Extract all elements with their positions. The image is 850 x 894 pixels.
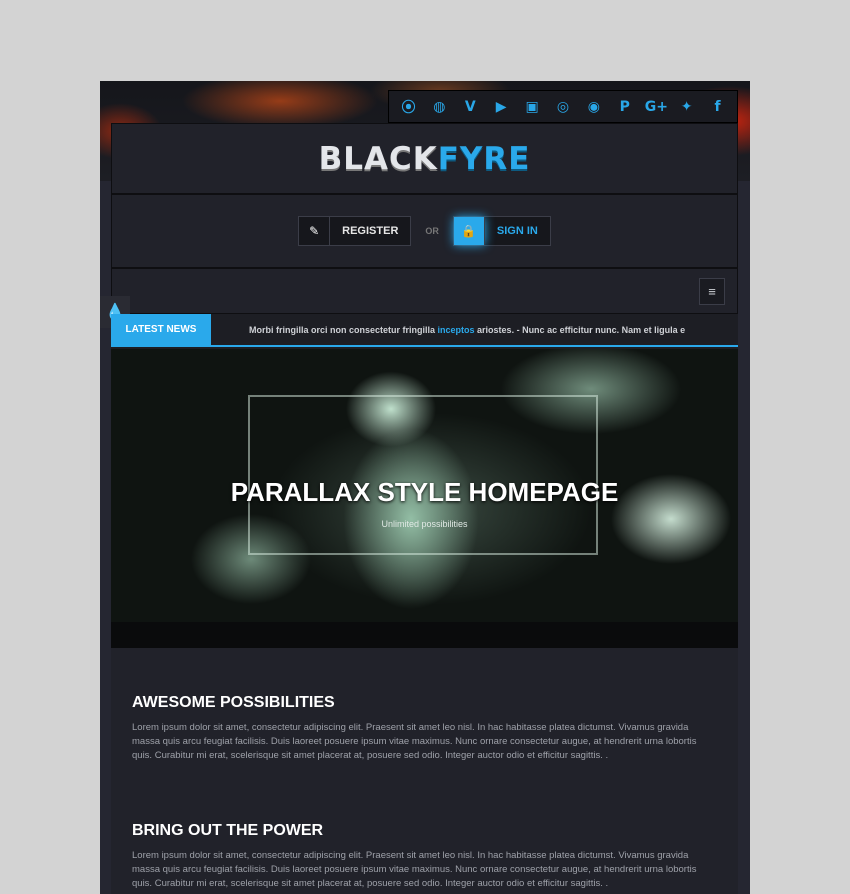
ticker-text-start: Morbi fringilla orci non consectetur fri…	[249, 324, 438, 335]
vimeo-icon[interactable]: V	[459, 99, 481, 115]
ticker-text[interactable]: Morbi fringilla orci non consectetur fri…	[249, 325, 685, 335]
rss-icon[interactable]: ⦿	[397, 97, 419, 117]
latest-news-label: LATEST NEWS	[111, 314, 211, 345]
section-awesome-possibilities: AWESOME POSSIBILITIES Lorem ipsum dolor …	[132, 694, 717, 763]
google-plus-icon[interactable]: G+	[645, 99, 668, 115]
pinterest-icon[interactable]: P	[614, 99, 636, 115]
nav-bar: ≡	[111, 268, 738, 314]
hamburger-menu-icon[interactable]: ≡	[699, 278, 725, 305]
sign-in-button[interactable]: 🔒 SIGN IN	[452, 216, 551, 246]
content-area: AWESOME POSSIBILITIES Lorem ipsum dolor …	[111, 648, 738, 894]
section-body: Lorem ipsum dolor sit amet, consectetur …	[132, 722, 697, 761]
logo-text-black: BLACK	[318, 140, 438, 177]
ticker-highlight-link[interactable]: inceptos	[438, 325, 475, 335]
hero-title: PARALLAX STYLE HOMEPAGE	[230, 477, 619, 507]
hero-overlay-frame	[248, 395, 598, 555]
auth-panel: ✎ REGISTER OR 🔒 SIGN IN	[111, 194, 738, 268]
news-ticker: LATEST NEWS Morbi fringilla orci non con…	[111, 314, 738, 347]
facebook-icon[interactable]: f	[707, 99, 729, 115]
section-body: Lorem ipsum dolor sit amet, consectetur …	[132, 850, 697, 889]
twitter-icon[interactable]: ✦	[676, 99, 698, 115]
or-separator: OR	[425, 226, 439, 236]
section-heading: BRING OUT THE POWER	[132, 822, 324, 839]
section-heading: AWESOME POSSIBILITIES	[132, 694, 335, 711]
hero-subtitle: Unlimited possibilities	[381, 519, 468, 529]
twitch-icon[interactable]: ▣	[521, 99, 543, 115]
logo-panel: BLACKFYRE	[111, 123, 738, 194]
logo-text-fyre: FYRE	[437, 140, 531, 177]
register-label: REGISTER	[342, 225, 399, 237]
site-logo[interactable]: BLACKFYRE	[319, 141, 531, 177]
edit-icon: ✎	[299, 217, 331, 245]
ticker-text-end: ariostes. - Nunc ac efficitur nunc. Nam …	[474, 324, 686, 335]
steam-icon[interactable]: ◉	[583, 99, 605, 115]
register-button[interactable]: ✎ REGISTER	[298, 216, 412, 246]
side-border-right	[738, 181, 750, 894]
youtube-icon[interactable]: ▶	[490, 99, 512, 115]
section-bring-out-the-power: BRING OUT THE POWER Lorem ipsum dolor si…	[132, 822, 717, 891]
instagram-icon[interactable]: ◎	[552, 99, 574, 115]
hero-banner: PARALLAX STYLE HOMEPAGE Unlimited possib…	[111, 349, 738, 648]
site-frame: ⦿ ◍ V ▶ ▣ ◎ ◉ P G+ ✦ f BLACKFYRE ✎ REGIS…	[100, 81, 750, 894]
side-border-left	[100, 181, 111, 894]
lock-icon: 🔒	[453, 217, 485, 245]
social-bar: ⦿ ◍ V ▶ ▣ ◎ ◉ P G+ ✦ f	[388, 90, 738, 123]
sign-in-label: SIGN IN	[496, 225, 538, 237]
dribbble-icon[interactable]: ◍	[428, 99, 450, 115]
